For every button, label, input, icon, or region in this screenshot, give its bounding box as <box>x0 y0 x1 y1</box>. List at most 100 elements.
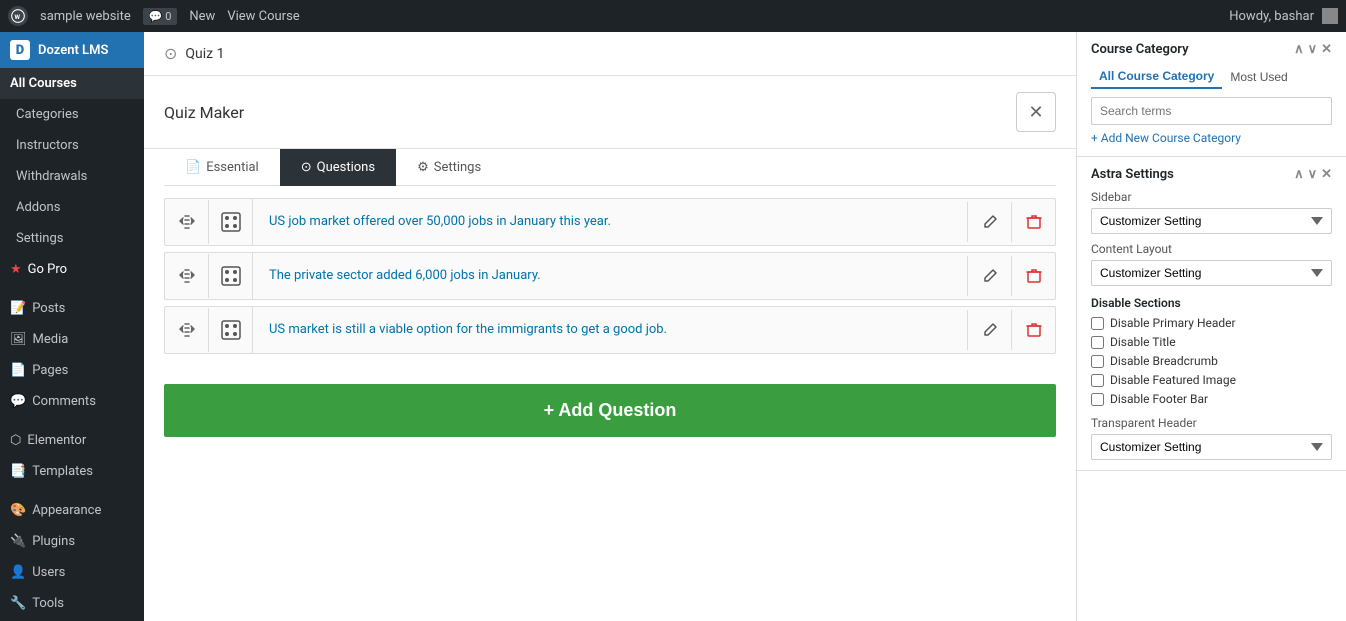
view-course-link[interactable]: View Course <box>227 9 299 24</box>
sidebar-item-all-courses[interactable]: All Courses <box>0 68 144 99</box>
add-question-button[interactable]: + Add Question <box>164 384 1056 437</box>
add-new-course-category-link[interactable]: + Add New Course Category <box>1091 131 1241 145</box>
tabs-bar: 📄 Essential ⊙ Questions ⚙ Settings <box>164 149 1056 186</box>
sidebar-item-withdrawals[interactable]: Withdrawals <box>0 161 144 192</box>
sidebar-item-addons[interactable]: Addons <box>0 192 144 223</box>
disable-breadcrumb-label: Disable Breadcrumb <box>1110 354 1218 368</box>
sidebar-item-comments[interactable]: 💬 Comments <box>0 386 144 417</box>
collapse-up-icon[interactable]: ∧ <box>1294 42 1304 57</box>
delete-question-2[interactable] <box>1011 256 1055 296</box>
sidebar-item-elementor[interactable]: ⬡ Elementor <box>0 425 144 456</box>
comment-icon: 💬 <box>149 10 163 23</box>
drag-handle-1[interactable] <box>165 200 209 244</box>
question-type-2 <box>209 253 253 299</box>
questions-icon: ⊙ <box>301 160 312 175</box>
question-type-3 <box>209 307 253 353</box>
site-name[interactable]: sample website <box>40 9 131 24</box>
quiz-header: ⊙ Quiz 1 <box>144 32 1076 76</box>
sidebar-item-pages[interactable]: 📄 Pages <box>0 355 144 386</box>
sidebar-select[interactable]: Customizer Setting <box>1091 208 1332 234</box>
close-panel-icon[interactable]: ✕ <box>1321 42 1332 57</box>
disable-title-label: Disable Title <box>1110 335 1176 349</box>
astra-close-icon[interactable]: ✕ <box>1321 167 1332 182</box>
content-layout-label: Content Layout <box>1091 242 1332 256</box>
sidebar-item-templates[interactable]: 📑 Templates <box>0 456 144 487</box>
checkbox-disable-footer-bar-input[interactable] <box>1091 393 1104 406</box>
new-link[interactable]: New <box>189 9 215 24</box>
close-icon: ✕ <box>1028 102 1043 123</box>
question-text-1: US job market offered over 50,000 jobs i… <box>253 201 967 243</box>
close-button[interactable]: ✕ <box>1016 92 1056 132</box>
astra-collapse-up-icon[interactable]: ∧ <box>1294 167 1304 182</box>
quiz-header-icon: ⊙ <box>164 44 177 63</box>
plugins-icon: 🔌 <box>10 534 26 549</box>
sidebar: D Dozent LMS All Courses Categories Inst… <box>0 32 144 621</box>
admin-bar: W sample website 💬 0 New View Course How… <box>0 0 1346 32</box>
tab-settings[interactable]: ⚙ Settings <box>396 149 502 186</box>
tab-questions[interactable]: ⊙ Questions <box>280 149 396 186</box>
sidebar-item-settings[interactable]: Settings <box>0 223 144 254</box>
panel-collapse-controls[interactable]: ∧ ∨ ✕ <box>1294 42 1332 57</box>
delete-question-1[interactable] <box>1011 202 1055 242</box>
sidebar-item-media[interactable]: 🖼 Media <box>0 324 144 355</box>
astra-panel-controls[interactable]: ∧ ∨ ✕ <box>1294 167 1332 182</box>
tools-icon: 🔧 <box>10 596 26 611</box>
tab-essential[interactable]: 📄 Essential <box>164 149 280 186</box>
sidebar-item-go-pro[interactable]: ★ Go Pro <box>0 254 144 285</box>
checkbox-disable-title: Disable Title <box>1091 335 1332 349</box>
appearance-icon: 🎨 <box>10 503 26 518</box>
sidebar-item-appearance[interactable]: 🎨 Appearance <box>0 495 144 526</box>
sidebar-item-posts[interactable]: 📝 Posts <box>0 293 144 324</box>
transparent-header-label: Transparent Header <box>1091 416 1332 430</box>
astra-settings-header: Astra Settings ∧ ∨ ✕ <box>1091 167 1332 182</box>
checkbox-disable-footer-bar: Disable Footer Bar <box>1091 392 1332 406</box>
settings-tab-icon: ⚙ <box>417 160 429 175</box>
delete-question-3[interactable] <box>1011 310 1055 350</box>
course-category-title: Course Category <box>1091 42 1189 57</box>
checkbox-disable-primary-header-input[interactable] <box>1091 317 1104 330</box>
checkbox-disable-title-input[interactable] <box>1091 336 1104 349</box>
checkbox-disable-breadcrumb-input[interactable] <box>1091 355 1104 368</box>
checkbox-disable-primary-header: Disable Primary Header <box>1091 316 1332 330</box>
question-text-2: The private sector added 6,000 jobs in J… <box>253 255 967 297</box>
templates-icon: 📑 <box>10 464 26 479</box>
quiz-maker-title: Quiz Maker <box>164 103 244 122</box>
astra-collapse-down-icon[interactable]: ∨ <box>1308 167 1318 182</box>
brand-label: Dozent LMS <box>38 43 108 58</box>
collapse-down-icon[interactable]: ∨ <box>1308 42 1318 57</box>
comment-count[interactable]: 💬 0 <box>143 8 178 25</box>
quiz-maker-section: Quiz Maker ✕ <box>144 76 1076 149</box>
category-tabs: All Course Category Most Used <box>1091 65 1332 89</box>
howdy-text: Howdy, bashar <box>1229 9 1314 24</box>
sidebar-brand[interactable]: D Dozent LMS <box>0 32 144 68</box>
star-icon: ★ <box>10 262 22 277</box>
edit-question-2[interactable] <box>967 256 1011 296</box>
tab-all-course-category[interactable]: All Course Category <box>1091 65 1222 89</box>
content-layout-select[interactable]: Customizer Setting <box>1091 260 1332 286</box>
sidebar-item-plugins[interactable]: 🔌 Plugins <box>0 526 144 557</box>
wp-logo[interactable]: W <box>8 6 28 26</box>
sidebar-item-categories[interactable]: Categories <box>0 99 144 130</box>
checkbox-disable-breadcrumb: Disable Breadcrumb <box>1091 354 1332 368</box>
category-search-input[interactable] <box>1091 97 1332 125</box>
drag-handle-2[interactable] <box>165 254 209 298</box>
disable-primary-header-label: Disable Primary Header <box>1110 316 1236 330</box>
sidebar-item-users[interactable]: 👤 Users <box>0 557 144 588</box>
astra-settings-title: Astra Settings <box>1091 167 1174 182</box>
right-panel: Course Category ∧ ∨ ✕ All Course Categor… <box>1076 32 1346 621</box>
posts-icon: 📝 <box>10 301 26 316</box>
sidebar-item-instructors[interactable]: Instructors <box>0 130 144 161</box>
edit-question-1[interactable] <box>967 202 1011 242</box>
sidebar-item-tools[interactable]: 🔧 Tools <box>0 588 144 619</box>
transparent-header-select[interactable]: Customizer Setting <box>1091 434 1332 460</box>
checkbox-disable-featured-image-input[interactable] <box>1091 374 1104 387</box>
table-row: The private sector added 6,000 jobs in J… <box>164 252 1056 300</box>
tab-most-used[interactable]: Most Used <box>1222 65 1295 89</box>
question-type-1 <box>209 199 253 245</box>
drag-handle-3[interactable] <box>165 308 209 352</box>
quiz-title: Quiz 1 <box>185 46 224 62</box>
question-text-3: US market is still a viable option for t… <box>253 309 967 351</box>
edit-question-3[interactable] <box>967 310 1011 350</box>
svg-text:W: W <box>15 13 21 21</box>
questions-list: US job market offered over 50,000 jobs i… <box>144 186 1076 372</box>
